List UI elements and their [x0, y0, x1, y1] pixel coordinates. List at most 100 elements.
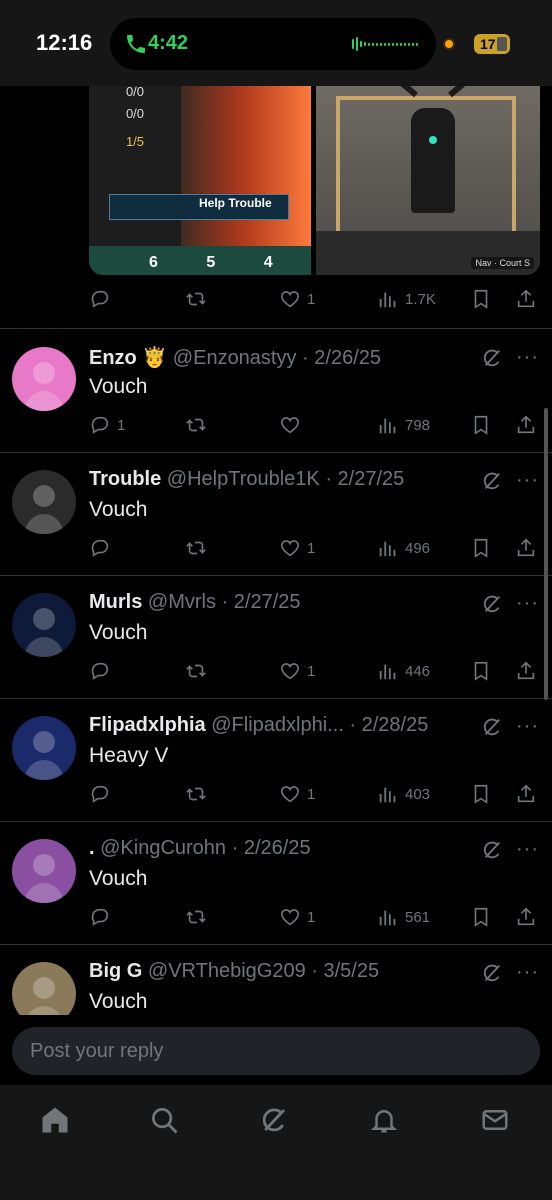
reply-input[interactable]: Post your reply: [12, 1027, 540, 1075]
share-button[interactable]: [515, 536, 537, 560]
views-button[interactable]: 798: [377, 413, 430, 437]
bookmark-button[interactable]: [470, 905, 492, 929]
media-image-right[interactable]: Nav · Court S: [316, 86, 540, 275]
share-icon: [517, 538, 535, 557]
more-options-icon[interactable]: ···: [516, 469, 539, 492]
more-options-icon[interactable]: ···: [516, 838, 539, 861]
grok-icon[interactable]: [481, 470, 503, 492]
post-date[interactable]: 2/27/25: [234, 591, 301, 613]
avatar[interactable]: [12, 470, 76, 534]
share-button[interactable]: [515, 659, 537, 683]
handle[interactable]: @Mvrls: [148, 591, 216, 613]
like-button[interactable]: 1: [279, 659, 315, 683]
views-icon: [379, 664, 396, 680]
bookmark-button[interactable]: [470, 413, 492, 437]
bookmark-button[interactable]: [470, 782, 492, 806]
repost-button[interactable]: [185, 413, 213, 437]
share-button[interactable]: [515, 905, 537, 929]
repost-button[interactable]: [185, 905, 213, 929]
post-date[interactable]: 3/5/25: [324, 960, 380, 982]
more-options-icon[interactable]: ···: [516, 961, 539, 984]
like-button[interactable]: 1: [279, 536, 315, 560]
more-options-icon[interactable]: ···: [516, 715, 539, 738]
post-date[interactable]: 2/26/25: [244, 837, 311, 859]
handle[interactable]: @Flipadxlphi...: [211, 714, 344, 736]
notifications-icon[interactable]: [369, 1105, 399, 1135]
post-date[interactable]: 2/27/25: [338, 468, 405, 490]
display-name[interactable]: Murls: [89, 591, 142, 613]
separator-dot: ·: [305, 960, 324, 982]
avatar[interactable]: [12, 716, 76, 780]
share-button[interactable]: [515, 782, 537, 806]
reply-button[interactable]: 1: [89, 413, 125, 437]
reply-text: Vouch: [89, 990, 148, 1013]
repost-button[interactable]: [185, 287, 213, 311]
display-name[interactable]: .: [89, 837, 95, 859]
reply-button[interactable]: [89, 782, 117, 806]
reply-post[interactable]: Enzo 🤴 @Enzonastyy · 2/26/25 ··· Vouch 1…: [0, 331, 552, 454]
repost-button[interactable]: [185, 782, 213, 806]
grok-icon[interactable]: [481, 593, 503, 615]
reply-header: . @KingCurohn · 2/26/25: [89, 837, 489, 860]
messages-icon[interactable]: [480, 1105, 510, 1135]
scrollbar[interactable]: [544, 408, 548, 700]
reply-header: Big G @VRThebigG209 · 3/5/25: [89, 960, 489, 983]
more-options-icon[interactable]: ···: [516, 592, 539, 615]
like-count: 1: [307, 908, 316, 926]
reply-post[interactable]: Trouble @HelpTrouble1K · 2/27/25 ··· Vou…: [0, 454, 552, 577]
reply-button[interactable]: [89, 659, 117, 683]
media-image-left[interactable]: 0/0 0/0 1/5 Help Trouble 6 5 4: [89, 86, 311, 275]
grok-icon[interactable]: [481, 962, 503, 984]
like-button[interactable]: 1: [279, 905, 315, 929]
repost-button[interactable]: [185, 659, 213, 683]
repost-icon: [186, 664, 206, 678]
views-button[interactable]: 1.7K: [377, 287, 436, 311]
views-button[interactable]: 561: [377, 905, 430, 929]
bookmark-button[interactable]: [470, 659, 492, 683]
divider: [0, 698, 552, 699]
avatar[interactable]: [12, 347, 76, 411]
like-button[interactable]: [279, 413, 307, 437]
views-button[interactable]: 496: [377, 536, 430, 560]
handle[interactable]: @HelpTrouble1K: [167, 468, 320, 490]
display-name[interactable]: Enzo 🤴: [89, 347, 167, 369]
post-date[interactable]: 2/28/25: [362, 714, 429, 736]
views-button[interactable]: 446: [377, 659, 430, 683]
more-options-icon[interactable]: ···: [516, 346, 539, 369]
reply-icon: [91, 785, 109, 803]
like-button[interactable]: 1: [279, 782, 315, 806]
display-name[interactable]: Big G: [89, 960, 142, 982]
reply-button[interactable]: [89, 905, 117, 929]
handle[interactable]: @Enzonastyy: [173, 347, 297, 369]
repost-button[interactable]: [185, 536, 213, 560]
like-button[interactable]: 1: [279, 287, 315, 311]
grok-icon[interactable]: [481, 716, 503, 738]
repost-icon: [186, 541, 206, 555]
grok-icon[interactable]: [259, 1105, 289, 1135]
display-name[interactable]: Trouble: [89, 468, 161, 490]
handle[interactable]: @VRThebigG209: [148, 960, 306, 982]
handle[interactable]: @KingCurohn: [100, 837, 226, 859]
share-button[interactable]: [515, 287, 537, 311]
bookmark-button[interactable]: [470, 536, 492, 560]
grok-icon[interactable]: [481, 839, 503, 861]
views-button[interactable]: 403: [377, 782, 430, 806]
share-icon: [517, 661, 535, 680]
reply-button[interactable]: [89, 287, 117, 311]
reply-post[interactable]: . @KingCurohn · 2/26/25 ··· Vouch 1 561: [0, 823, 552, 946]
bookmark-button[interactable]: [470, 287, 492, 311]
repost-icon: [186, 418, 206, 432]
post-date[interactable]: 2/26/25: [314, 347, 381, 369]
post-media[interactable]: 0/0 0/0 1/5 Help Trouble 6 5 4 Nav · Cou…: [89, 86, 540, 275]
display-name[interactable]: Flipadxlphia: [89, 714, 206, 736]
reply-post[interactable]: Flipadxlphia @Flipadxlphi... · 2/28/25 ·…: [0, 700, 552, 823]
home-icon[interactable]: [40, 1105, 70, 1135]
search-icon[interactable]: [149, 1105, 179, 1135]
avatar[interactable]: [12, 593, 76, 657]
reply-post[interactable]: Murls @Mvrls · 2/27/25 ··· Vouch 1 446: [0, 577, 552, 700]
share-button[interactable]: [515, 413, 537, 437]
grok-icon[interactable]: [481, 347, 503, 369]
reply-button[interactable]: [89, 536, 117, 560]
avatar[interactable]: [12, 839, 76, 903]
call-indicator[interactable]: 4:42: [110, 18, 436, 70]
